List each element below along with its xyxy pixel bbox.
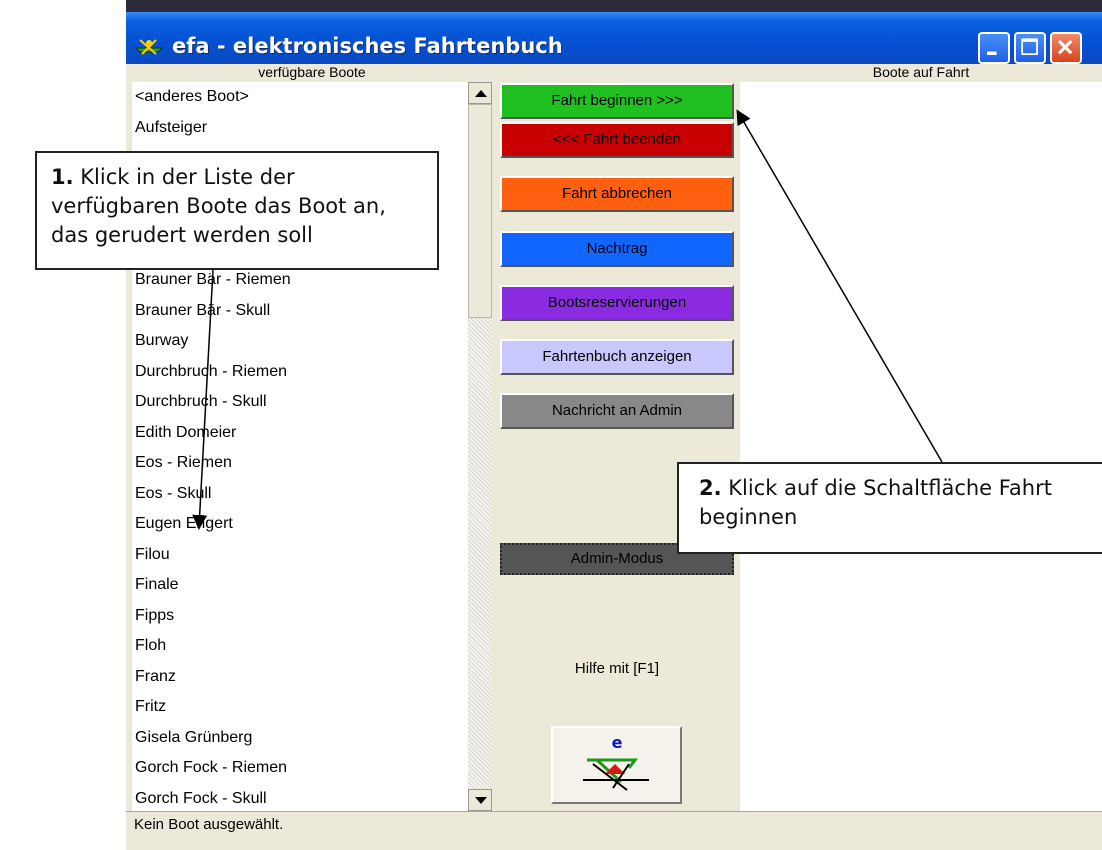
close-icon xyxy=(1057,39,1073,55)
boat-list-item[interactable]: Filou xyxy=(132,540,468,571)
scroll-down-button[interactable] xyxy=(468,789,492,811)
boat-list-item[interactable]: Fipps xyxy=(132,601,468,632)
arrow-up-icon xyxy=(475,90,487,97)
minimize-icon xyxy=(987,51,997,55)
window-title: efa - elektronisches Fahrtenbuch xyxy=(172,34,563,58)
scrollbar-thumb[interactable] xyxy=(468,104,492,318)
callout-step-1: 1. Klick in der Liste der verfügbaren Bo… xyxy=(35,151,439,270)
maximize-icon xyxy=(1021,38,1038,55)
end-trip-button[interactable]: <<< Fahrt beenden xyxy=(500,122,734,158)
boat-list-item[interactable]: Eos - Riemen xyxy=(132,448,468,479)
close-button[interactable] xyxy=(1050,32,1082,64)
boat-reservations-button[interactable]: Bootsreservierungen xyxy=(500,285,734,321)
boats-list-scrollbar[interactable] xyxy=(468,82,492,811)
late-entry-button[interactable]: Nachtrag xyxy=(500,231,734,267)
title-bar[interactable]: efa - elektronisches Fahrtenbuch xyxy=(126,12,1102,64)
maximize-button[interactable] xyxy=(1014,32,1046,64)
message-admin-button[interactable]: Nachricht an Admin xyxy=(500,393,734,429)
boat-list-item[interactable]: Brauner Bär - Skull xyxy=(132,296,468,327)
boat-list-item[interactable]: Burway xyxy=(132,326,468,357)
help-hint: Hilfe mit [F1] xyxy=(574,660,660,677)
desktop-strip xyxy=(126,0,1102,12)
boat-list-item[interactable]: Gorch Fock - Skull xyxy=(132,784,468,812)
boat-list-item[interactable]: Durchbruch - Riemen xyxy=(132,357,468,388)
callout-2-text: Klick auf die Schaltfläche Fahrt beginne… xyxy=(699,476,1052,529)
status-text: Kein Boot ausgewählt. xyxy=(134,816,284,833)
boat-list-item[interactable]: Edith Domeier xyxy=(132,418,468,449)
arrow-down-icon xyxy=(475,797,487,804)
efa-logo-button[interactable]: e xyxy=(551,726,682,804)
boat-list-item[interactable]: Eos - Skull xyxy=(132,479,468,510)
callout-1-number: 1. xyxy=(51,165,74,189)
app-window: efa - elektronisches Fahrtenbuch verfügb… xyxy=(126,0,1102,850)
efa-logo-icon: e xyxy=(583,733,649,791)
cancel-trip-button[interactable]: Fahrt abbrechen xyxy=(500,176,734,212)
boats-on-trip-list[interactable] xyxy=(740,82,1102,811)
show-logbook-button[interactable]: Fahrtenbuch anzeigen xyxy=(500,339,734,375)
callout-step-2: 2. Klick auf die Schaltfläche Fahrt begi… xyxy=(677,462,1102,554)
callout-1-text: Klick in der Liste der verfügbaren Boote… xyxy=(51,165,386,247)
boat-list-item[interactable]: Gorch Fock - Riemen xyxy=(132,753,468,784)
boat-list-item[interactable]: Floh xyxy=(132,631,468,662)
minimize-button[interactable] xyxy=(978,32,1010,64)
svg-text:e: e xyxy=(612,733,623,752)
boat-list-item[interactable]: Durchbruch - Skull xyxy=(132,387,468,418)
rowing-boat-icon xyxy=(134,39,164,55)
start-trip-button[interactable]: Fahrt beginnen >>> xyxy=(500,83,734,119)
boats-on-trip-header: Boote auf Fahrt xyxy=(872,64,970,80)
callout-2-number: 2. xyxy=(699,476,722,500)
status-bar: Kein Boot ausgewählt. xyxy=(126,811,1102,838)
boat-list-item[interactable]: Gisela Grünberg xyxy=(132,723,468,754)
boat-list-item[interactable]: Eugen Engert xyxy=(132,509,468,540)
boat-list-item[interactable]: Aufsteiger xyxy=(132,113,468,144)
boat-list-item[interactable]: Finale xyxy=(132,570,468,601)
available-boats-header: verfügbare Boote xyxy=(258,64,366,80)
scroll-up-button[interactable] xyxy=(468,82,492,104)
boat-list-item[interactable]: Fritz xyxy=(132,692,468,723)
boat-list-item[interactable]: <anderes Boot> xyxy=(132,82,468,113)
boat-list-item[interactable]: Franz xyxy=(132,662,468,693)
